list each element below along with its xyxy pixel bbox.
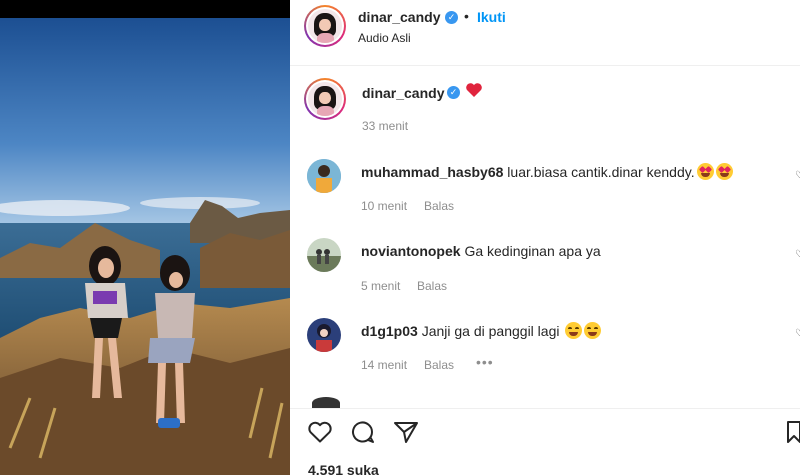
share-icon[interactable] (393, 420, 419, 449)
comment-text: Ga kedinginan apa ya (464, 243, 601, 259)
like-comment-icon[interactable]: ♡ (795, 170, 800, 181)
comment-timestamp: 5 menit (361, 279, 401, 293)
commenter-avatar[interactable] (307, 159, 341, 193)
post-header: dinar_candy ✓ • Ikuti Audio Asli (290, 0, 800, 66)
post-photo (0, 18, 290, 475)
laughing-emoji-icon (565, 322, 583, 339)
comment-timestamp: 14 menit (361, 358, 408, 372)
comment-username[interactable]: muhammad_hasby68 (361, 164, 503, 180)
commenter-avatar[interactable] (307, 238, 341, 272)
heart-icon[interactable] (307, 420, 333, 449)
like-comment-icon[interactable]: ♡ (795, 249, 800, 260)
reply-button[interactable]: Balas (424, 358, 454, 372)
comment-username[interactable]: noviantonopek (361, 243, 461, 259)
more-options-icon[interactable]: ••• (476, 354, 494, 370)
author-username[interactable]: dinar_candy (358, 9, 440, 25)
author-avatar[interactable] (304, 5, 346, 47)
reply-button[interactable]: Balas (417, 279, 447, 293)
separator-dot: • (464, 8, 469, 24)
heart-eyes-emoji-icon (696, 163, 714, 180)
laughing-emoji-icon (584, 322, 602, 339)
comment-username[interactable]: d1g1p03 (361, 323, 418, 339)
caption-row: dinar_candy (362, 85, 444, 101)
audio-label[interactable]: Audio Asli (358, 31, 411, 45)
commenter-avatar[interactable] (307, 318, 341, 352)
action-divider (290, 408, 800, 409)
comment-icon[interactable] (350, 420, 376, 449)
caption-author-avatar[interactable] (304, 78, 346, 120)
bookmark-icon[interactable] (786, 420, 800, 449)
media-top-bar (0, 0, 290, 18)
verified-badge-icon: ✓ (445, 11, 458, 24)
verified-badge-icon: ✓ (447, 86, 460, 99)
post-media[interactable] (0, 0, 290, 475)
comment-row: noviantonopek Ga kedinginan apa ya (361, 243, 601, 259)
likes-count[interactable]: 4.591 suka (308, 462, 379, 475)
heart-eyes-emoji-icon (715, 163, 733, 180)
comment-text: luar.biasa cantik.dinar kenddy. (507, 164, 695, 180)
comment-text: Janji ga di panggil lagi (421, 323, 560, 339)
heart-emoji-icon (465, 82, 483, 103)
like-comment-icon[interactable]: ♡ (795, 328, 800, 339)
post-detail-panel: dinar_candy ✓ • Ikuti Audio Asli dinar_c… (290, 0, 800, 475)
follow-button[interactable]: Ikuti (477, 9, 506, 25)
comment-row: muhammad_hasby68 luar.biasa cantik.dinar… (361, 163, 733, 180)
caption-timestamp: 33 menit (362, 119, 409, 133)
caption-username[interactable]: dinar_candy (362, 85, 444, 101)
comment-timestamp: 10 menit (361, 199, 408, 213)
reply-button[interactable]: Balas (424, 199, 454, 213)
comment-row: d1g1p03 Janji ga di panggil lagi (361, 322, 602, 339)
